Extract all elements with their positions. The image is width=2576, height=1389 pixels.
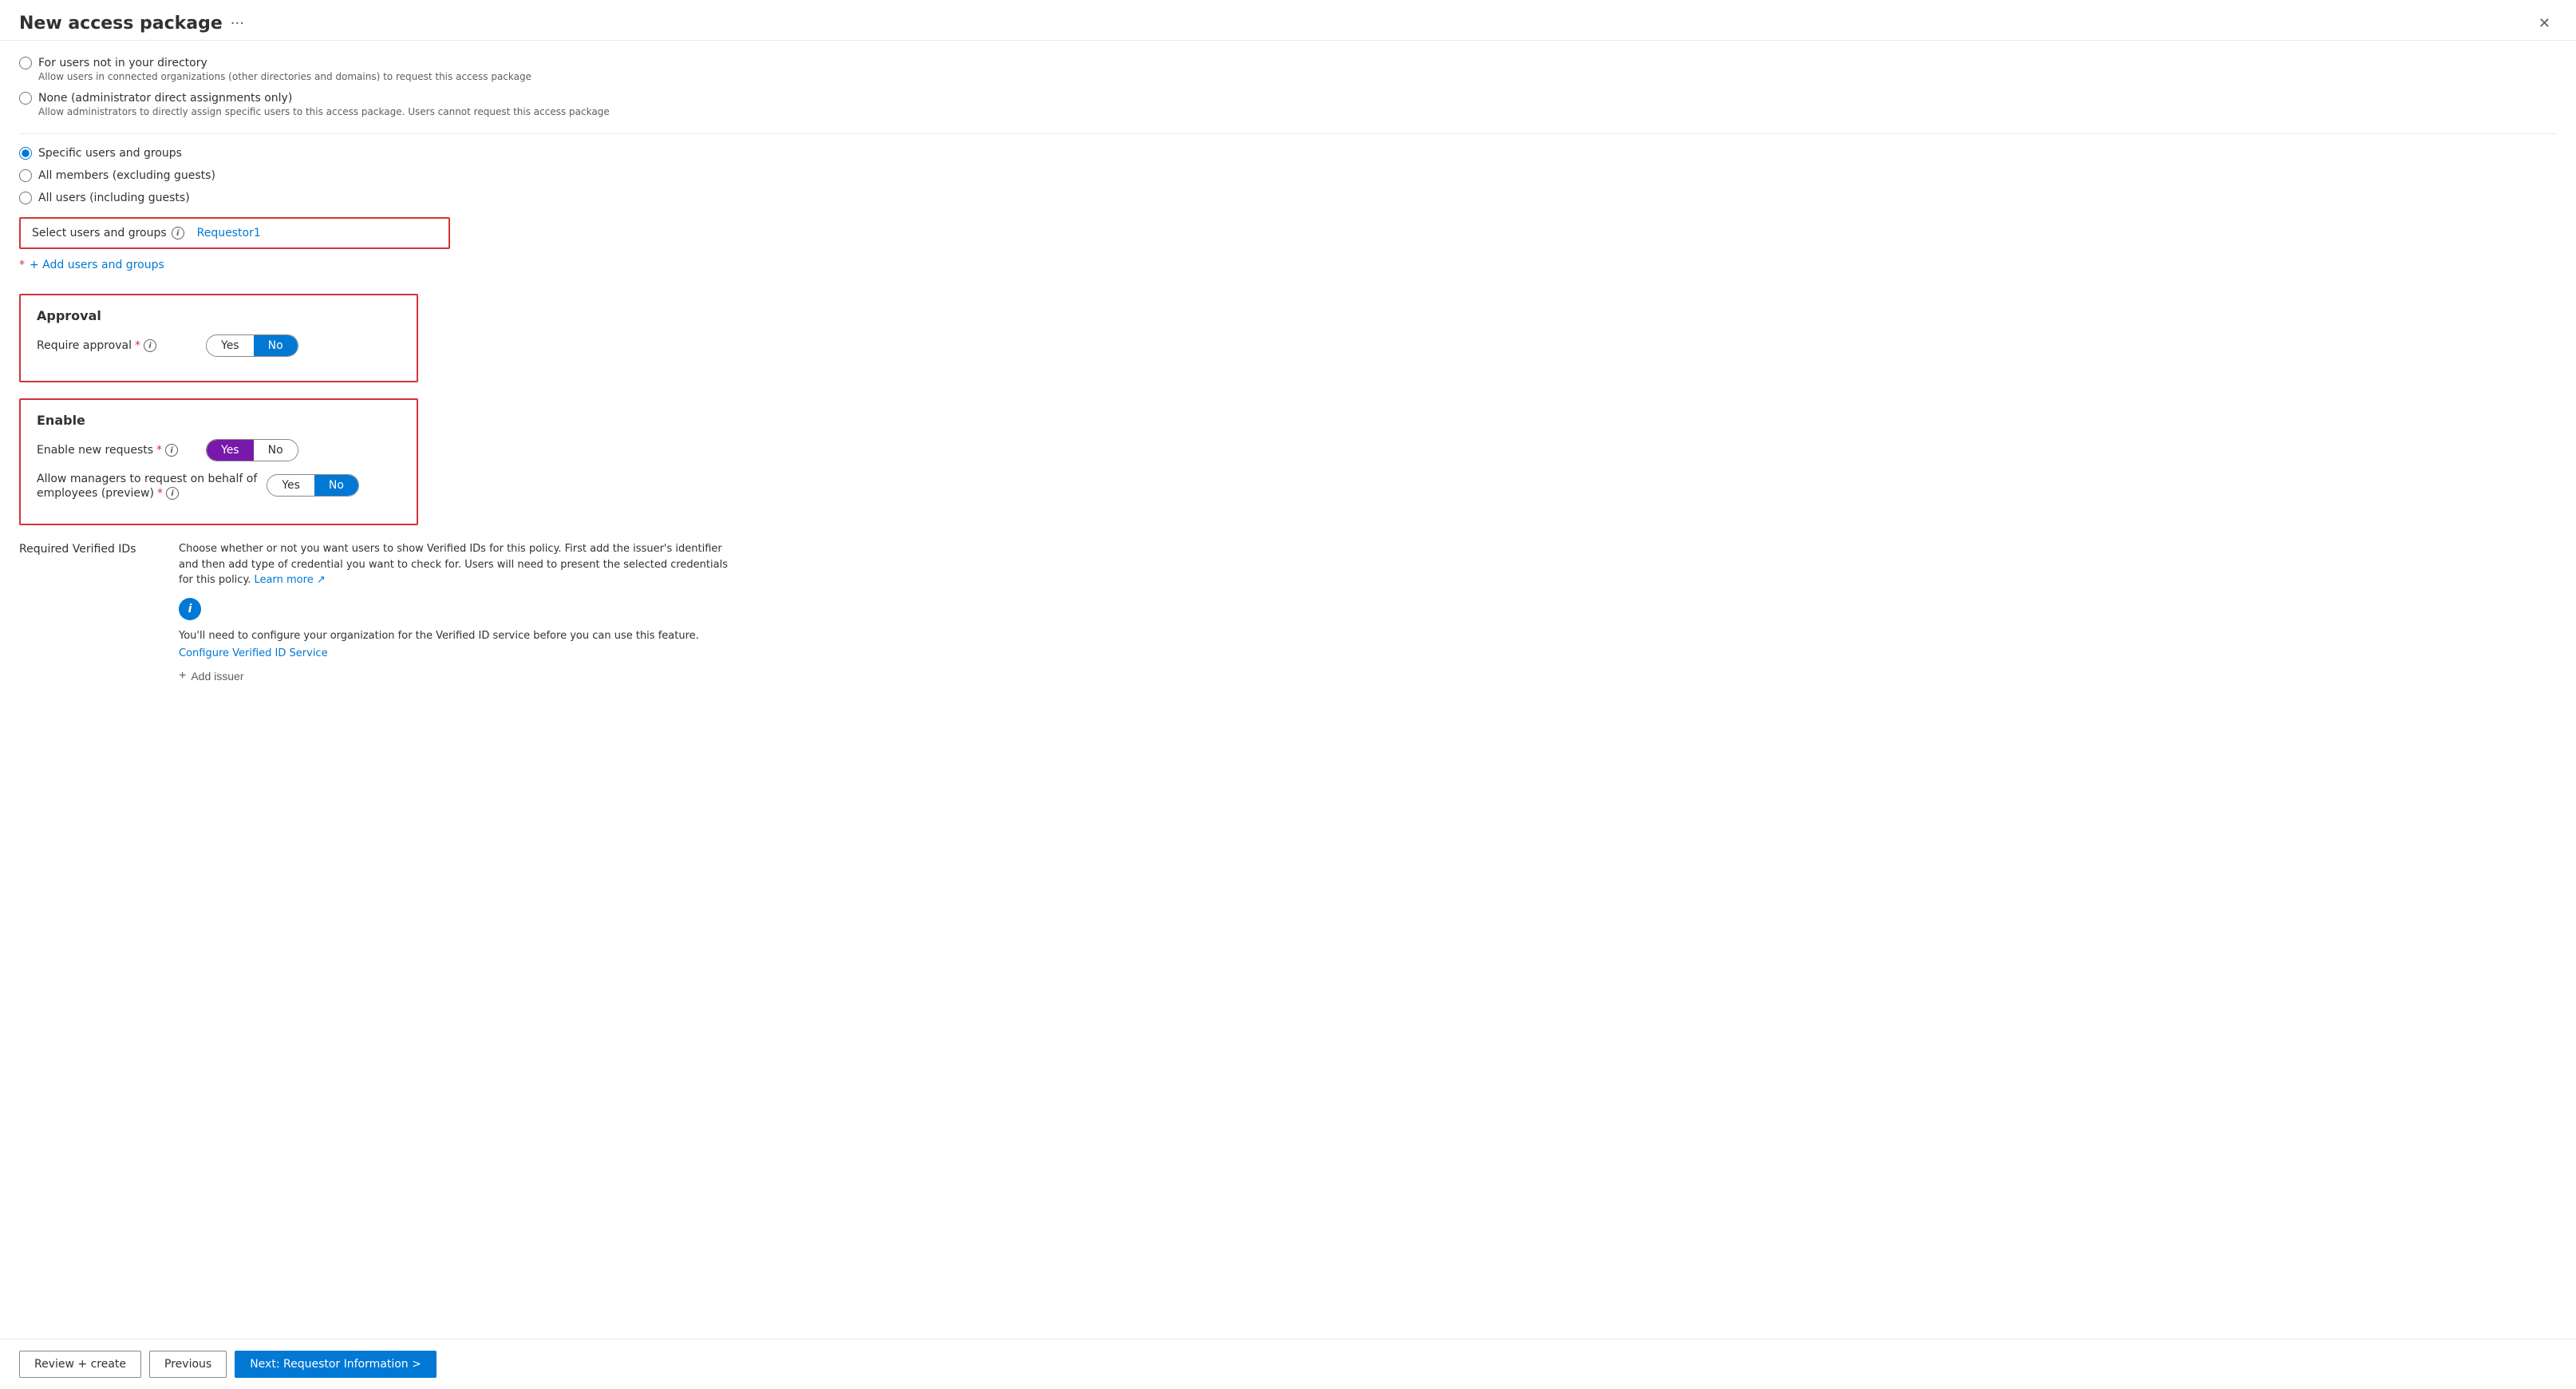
allow-managers-row: Allow managers to request on behalf of e… <box>37 473 401 500</box>
radio-none[interactable] <box>19 92 32 105</box>
dialog-content: For users not in your directory Allow us… <box>0 41 2576 1339</box>
configure-msg: You'll need to configure your organizati… <box>179 630 737 642</box>
dialog-title: New access package <box>19 14 223 34</box>
review-create-button[interactable]: Review + create <box>19 1351 141 1378</box>
rv-label: Required Verified IDs <box>19 541 163 556</box>
dialog-footer: Review + create Previous Next: Requestor… <box>0 1339 2576 1389</box>
radio-option-all-users: All users (including guests) <box>19 192 2557 204</box>
require-approval-info-icon[interactable]: i <box>144 339 156 352</box>
radio-label-all-members[interactable]: All members (excluding guests) <box>19 169 2557 182</box>
top-radio-group: For users not in your directory Allow us… <box>19 57 2557 117</box>
enable-section: Enable Enable new requests * i Yes No Al… <box>19 398 418 525</box>
radio-text-not-in-directory: For users not in your directory <box>38 57 207 69</box>
rv-content: Choose whether or not you want users to … <box>179 541 737 683</box>
radio-all-users[interactable] <box>19 192 32 204</box>
radio-not-in-directory[interactable] <box>19 57 32 69</box>
require-approval-required-star: * <box>135 339 140 352</box>
radio-option-specific: Specific users and groups <box>19 147 2557 160</box>
require-approval-toggle[interactable]: Yes No <box>206 334 298 357</box>
allow-managers-no-btn[interactable]: No <box>314 475 358 496</box>
add-issuer-label-text: Add issuer <box>191 670 243 683</box>
allow-managers-label-second-line: employees (preview) * i <box>37 487 257 500</box>
required-star-add: * <box>19 259 25 271</box>
radio-text-all-users: All users (including guests) <box>38 192 190 204</box>
enable-no-btn[interactable]: No <box>254 440 298 461</box>
require-approval-row: Require approval * i Yes No <box>37 334 401 357</box>
approval-title: Approval <box>37 308 401 323</box>
radio-option-not-in-directory: For users not in your directory Allow us… <box>19 57 2557 82</box>
enable-new-requests-label-text: Enable new requests <box>37 444 153 457</box>
add-issuer-button[interactable]: + Add issuer <box>179 669 244 683</box>
allow-managers-label-text: Allow managers to request on behalf of <box>37 473 257 485</box>
selector-label-text: Select users and groups <box>32 227 167 239</box>
require-approval-no-btn[interactable]: No <box>254 335 298 356</box>
allow-managers-label-main: Allow managers to request on behalf of <box>37 473 257 485</box>
enable-new-requests-toggle[interactable]: Yes No <box>206 439 298 461</box>
selector-label: Select users and groups i <box>32 227 184 239</box>
required-verified-ids-section: Required Verified IDs Choose whether or … <box>19 541 2557 683</box>
add-users-link[interactable]: * + Add users and groups <box>19 259 2557 271</box>
user-group-selector[interactable]: Select users and groups i Requestor1 <box>19 217 450 249</box>
allow-managers-yes-btn[interactable]: Yes <box>267 475 314 496</box>
require-approval-label: Require approval * i <box>37 339 196 352</box>
radio-all-members[interactable] <box>19 169 32 182</box>
info-circle-blue-icon: i <box>179 598 201 620</box>
configure-link[interactable]: Configure Verified ID Service <box>179 647 328 659</box>
learn-more-link[interactable]: Learn more ↗ <box>255 574 326 586</box>
new-access-package-dialog: New access package ··· ✕ For users not i… <box>0 0 2576 1389</box>
section-divider-1 <box>19 133 2557 134</box>
radio-text-none: None (administrator direct assignments o… <box>38 92 292 105</box>
approval-section: Approval Require approval * i Yes No <box>19 294 418 382</box>
allow-managers-required-star: * <box>157 487 163 500</box>
more-options-icon[interactable]: ··· <box>231 15 244 32</box>
close-button[interactable]: ✕ <box>2532 13 2557 34</box>
enable-required-star: * <box>156 444 162 457</box>
next-button[interactable]: Next: Requestor Information > <box>235 1351 437 1378</box>
dialog-header: New access package ··· ✕ <box>0 0 2576 41</box>
allow-managers-label: Allow managers to request on behalf of e… <box>37 473 257 500</box>
enable-title: Enable <box>37 413 401 428</box>
title-row: New access package ··· <box>19 14 244 34</box>
require-approval-yes-btn[interactable]: Yes <box>207 335 254 356</box>
previous-button[interactable]: Previous <box>149 1351 227 1378</box>
radio-label-not-in-directory[interactable]: For users not in your directory <box>19 57 2557 69</box>
radio-desc-none: Allow administrators to directly assign … <box>38 106 2557 117</box>
rv-desc: Choose whether or not you want users to … <box>179 541 737 588</box>
selector-info-icon[interactable]: i <box>172 227 184 239</box>
enable-info-icon[interactable]: i <box>165 444 178 457</box>
add-issuer-icon: + <box>179 669 186 683</box>
enable-new-requests-label: Enable new requests * i <box>37 444 196 457</box>
enable-yes-btn[interactable]: Yes <box>207 440 254 461</box>
radio-specific[interactable] <box>19 147 32 160</box>
add-users-link-text: + Add users and groups <box>30 259 164 271</box>
radio-option-all-members: All members (excluding guests) <box>19 169 2557 182</box>
allow-managers-preview-text: employees (preview) <box>37 487 154 500</box>
radio-text-all-members: All members (excluding guests) <box>38 169 215 182</box>
add-users-link-container: * + Add users and groups <box>19 259 2557 271</box>
enable-new-requests-row: Enable new requests * i Yes No <box>37 439 401 461</box>
allow-managers-info-icon[interactable]: i <box>166 487 179 500</box>
radio-desc-not-in-directory: Allow users in connected organizations (… <box>38 71 2557 82</box>
radio-label-specific[interactable]: Specific users and groups <box>19 147 2557 160</box>
radio-label-all-users[interactable]: All users (including guests) <box>19 192 2557 204</box>
who-can-request-group: Specific users and groups All members (e… <box>19 147 2557 204</box>
allow-managers-toggle[interactable]: Yes No <box>267 474 359 497</box>
radio-text-specific: Specific users and groups <box>38 147 182 160</box>
require-approval-label-text: Require approval <box>37 339 132 352</box>
selector-value[interactable]: Requestor1 <box>197 227 261 239</box>
radio-option-none: None (administrator direct assignments o… <box>19 92 2557 117</box>
radio-label-none[interactable]: None (administrator direct assignments o… <box>19 92 2557 105</box>
